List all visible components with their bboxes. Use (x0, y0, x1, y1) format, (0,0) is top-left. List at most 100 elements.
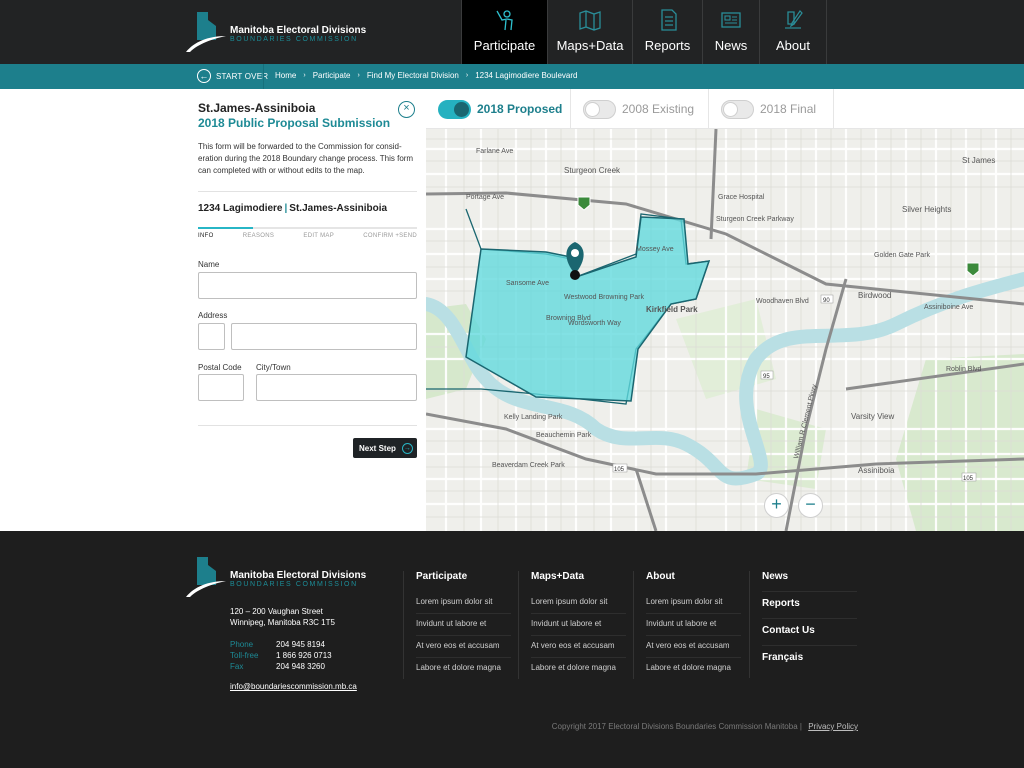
map-label: Kirkfield Park (646, 305, 698, 314)
map-label: Varsity View (851, 412, 894, 421)
footer-contacts: Phone 204 945 8194 Toll-free 1 866 926 071… (230, 639, 332, 672)
toggle-switch[interactable] (438, 99, 471, 119)
toggle-2018-final[interactable]: 2018 Final (709, 89, 834, 129)
copyright: Copyright 2017 Electoral Divisions Bound… (552, 722, 858, 731)
route-number: 105 (963, 476, 974, 482)
toggle-label: 2008 Existing (622, 102, 695, 116)
divider (198, 425, 417, 426)
step-reasons[interactable]: REASONS (243, 233, 274, 239)
map-label: St James (962, 156, 995, 165)
nav-label: About (776, 38, 810, 53)
next-step-button[interactable]: Next Step → (353, 438, 417, 458)
footer-link[interactable]: Invidunt ut labore et (531, 614, 626, 636)
step-info[interactable]: INFO (198, 233, 214, 239)
start-over-label: START OVER (216, 71, 269, 81)
route-number: 90 (823, 298, 830, 304)
breadcrumb-home[interactable]: Home (275, 71, 296, 80)
footer-link[interactable]: At vero eos et accusam (646, 636, 741, 658)
document-icon (660, 9, 677, 31)
name-field[interactable] (198, 272, 417, 299)
city-field[interactable] (256, 374, 417, 401)
map-label: Beauchemin Park (536, 432, 592, 439)
step-confirm-send[interactable]: CONFIRM +SEND (363, 233, 417, 239)
footer-french-link[interactable]: Français (762, 652, 857, 672)
zoom-in-button[interactable]: + (764, 493, 789, 518)
footer-link[interactable]: Lorem ipsum dolor sit (416, 592, 511, 614)
nav-about[interactable]: About (759, 0, 827, 64)
arrow-right-icon: → (401, 442, 413, 454)
top-navigation-bar: Manitoba Electoral Divisions BOUNDARIES … (0, 0, 1024, 64)
route-number: 105 (614, 467, 625, 473)
contact-key: Toll-free (230, 651, 259, 660)
footer-column-maps-data: Maps+Data Lorem ipsum dolor sit Invidunt… (518, 571, 626, 679)
map-label: Wordsworth Way (568, 320, 621, 327)
footer-news-link[interactable]: News (762, 571, 857, 592)
footer-column-title[interactable]: Participate (416, 571, 511, 582)
privacy-policy-link[interactable]: Privacy Policy (808, 722, 858, 731)
close-icon[interactable]: × (398, 101, 415, 118)
footer-email-link[interactable]: info@boundariescommission.mb.ca (230, 682, 357, 691)
panel-description: This form will be forwarded to the Commi… (198, 142, 414, 175)
contact-value: 204 948 3260 (276, 662, 325, 671)
step-edit-map[interactable]: EDIT MAP (303, 233, 334, 239)
footer-link[interactable]: Invidunt ut labore et (646, 614, 741, 636)
contact-value: 204 945 8194 (276, 640, 325, 649)
footer-reports-link[interactable]: Reports (762, 598, 857, 619)
form-pane: St.James-Assiniboia 2018 Public Proposal… (0, 89, 426, 531)
manitoba-logo-icon (186, 12, 226, 52)
nav-maps-data[interactable]: Maps+Data (547, 0, 632, 64)
newspaper-icon (721, 12, 741, 28)
zoom-out-button[interactable]: − (798, 493, 823, 518)
breadcrumb-participate[interactable]: Participate (313, 71, 351, 80)
footer-column-title[interactable]: About (646, 571, 741, 582)
footer-link[interactable]: Labore et dolore magna (646, 658, 741, 679)
nav-participate[interactable]: Participate (461, 0, 547, 64)
footer-link[interactable]: Labore et dolore magna (416, 658, 511, 679)
start-over-button[interactable]: ← START OVER (197, 69, 268, 83)
chevron-right-icon: › (465, 72, 469, 79)
map-label: Sturgeon Creek Parkway (716, 216, 794, 223)
brand-title: Manitoba Electoral Divisions (230, 25, 367, 36)
map-canvas[interactable]: Sturgeon Creek Portage Ave Farlane Ave S… (426, 129, 1024, 531)
map-label: Kelly Landing Park (504, 414, 563, 421)
breadcrumb-find-division[interactable]: Find My Electoral Division (367, 71, 459, 80)
toggle-switch[interactable] (583, 99, 616, 119)
nav-news[interactable]: News (702, 0, 759, 64)
footer-link[interactable]: At vero eos et accusam (416, 636, 511, 658)
breadcrumb-bar: ← START OVER Home › Participate › Find M… (0, 64, 1024, 89)
panel-title: St.James-Assiniboia (198, 101, 316, 115)
breadcrumb: Home › Participate › Find My Electoral D… (275, 71, 578, 80)
breadcrumb-current: 1234 Lagimodiere Boulevard (475, 71, 578, 80)
toggle-switch[interactable] (721, 99, 754, 119)
map-label: Mossey Ave (636, 246, 674, 253)
footer-logo[interactable]: Manitoba Electoral Divisions BOUNDARIES … (186, 555, 386, 599)
brand-logo[interactable]: Manitoba Electoral Divisions BOUNDARIES … (186, 10, 386, 54)
address-street-field[interactable] (231, 323, 417, 350)
nav-label: Participate (473, 38, 536, 53)
separator: | (799, 722, 805, 731)
address-unit-field[interactable] (198, 323, 225, 350)
nav-reports[interactable]: Reports (632, 0, 702, 64)
footer-column-title[interactable]: Maps+Data (531, 571, 626, 582)
person-raising-hand-icon (495, 10, 513, 31)
footer-contact-link[interactable]: Contact Us (762, 625, 857, 646)
footer-column-participate: Participate Lorem ipsum dolor sit Invidu… (403, 571, 511, 679)
footer-link[interactable]: At vero eos et accusam (531, 636, 626, 658)
toggle-2008-existing[interactable]: 2008 Existing (571, 89, 709, 129)
name-label: Name (198, 260, 220, 269)
footer-link[interactable]: Invidunt ut labore et (416, 614, 511, 636)
address-division: St.James-Assiniboia (289, 203, 388, 214)
footer-link[interactable]: Lorem ipsum dolor sit (531, 592, 626, 614)
nav-label: Reports (644, 38, 691, 53)
footer-link[interactable]: Labore et dolore magna (531, 658, 626, 679)
city-label: City/Town (256, 363, 291, 372)
map-label: Silver Heights (902, 205, 951, 214)
divider (263, 64, 264, 89)
step-progress-bar (198, 227, 417, 229)
postal-code-field[interactable] (198, 374, 244, 401)
brand-subtitle: BOUNDARIES COMMISSION (230, 581, 358, 588)
footer-link[interactable]: Lorem ipsum dolor sit (646, 592, 741, 614)
toggle-2018-proposed[interactable]: 2018 Proposed (426, 89, 571, 129)
nav-label: Maps+Data (556, 38, 624, 53)
address-label: Address (198, 311, 228, 320)
